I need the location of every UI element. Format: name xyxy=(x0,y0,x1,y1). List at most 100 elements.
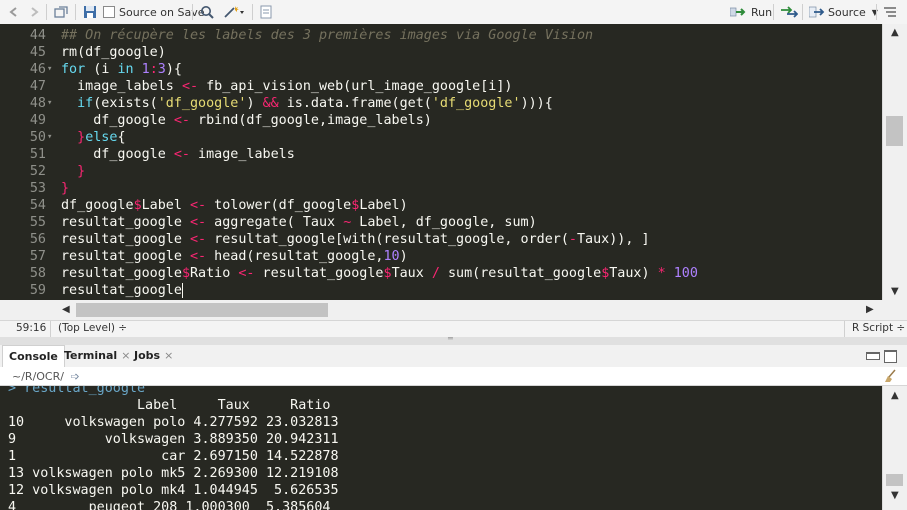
line-number: 47 xyxy=(29,79,46,94)
code-line[interactable]: 59 resultat_google xyxy=(0,282,882,299)
editor-scroll-thumb[interactable] xyxy=(886,116,903,146)
editor-status-bar: 59:16 (Top Level) ÷ R Script ÷ xyxy=(0,320,907,338)
scope-selector[interactable]: (Top Level) ÷ xyxy=(58,322,127,334)
console-table-row: 10 volkswagen polo 4.277592 23.032813 xyxy=(8,415,339,430)
code-editor[interactable]: 44 ## On récupère les labels des 3 premiè… xyxy=(0,24,882,300)
source-label: Source xyxy=(828,5,866,19)
run-button[interactable]: Run xyxy=(730,4,772,20)
cursor-position: 59:16 xyxy=(16,322,47,334)
code-line[interactable]: 58 resultat_google$Ratio <- resultat_goog… xyxy=(0,265,882,282)
editor-vertical-scrollbar[interactable]: ▲ ▼ xyxy=(882,24,907,300)
fold-toggle-icon[interactable]: ▾ xyxy=(47,61,52,78)
tab-console-label: Console xyxy=(9,350,58,363)
pane-splitter[interactable]: ═ xyxy=(0,334,907,345)
tab-jobs-label: Jobs xyxy=(134,349,161,362)
line-number: 52 xyxy=(29,164,46,179)
editor-toolbar: Source on Save Run Source ▼ xyxy=(0,0,907,25)
code-text: resultat_google xyxy=(61,283,183,298)
chevron-down-icon: ▼ xyxy=(871,7,878,17)
tab-terminal[interactable]: Terminal × xyxy=(58,345,136,367)
line-number: 46 xyxy=(29,62,46,77)
code-text: resultat_google <- head(resultat_google,… xyxy=(61,249,408,264)
code-text: for (i in 1:3){ xyxy=(61,62,182,77)
code-line[interactable]: 50 ▾ }else{ xyxy=(0,129,882,146)
code-line[interactable]: 48 ▾ if(exists('df_google') && is.data.fr… xyxy=(0,95,882,112)
back-arrow-icon[interactable] xyxy=(8,4,22,20)
console-vertical-scrollbar[interactable]: ▲ ▼ xyxy=(882,386,907,510)
code-text: } xyxy=(61,181,70,196)
code-line[interactable]: 55 resultat_google <- aggregate( Taux ~ L… xyxy=(0,214,882,231)
line-number: 59 xyxy=(29,283,46,298)
scroll-up-icon[interactable]: ▲ xyxy=(891,27,899,38)
console-table-row: 12 volkswagen polo mk4 1.044945 5.626535 xyxy=(8,483,339,498)
scroll-down-icon[interactable]: ▼ xyxy=(891,490,899,501)
console-table-header: Label Taux Ratio xyxy=(8,398,331,413)
save-icon[interactable] xyxy=(83,4,97,20)
scroll-left-icon[interactable]: ◀ xyxy=(62,304,70,315)
code-line[interactable]: 56 resultat_google <- resultat_google[wit… xyxy=(0,231,882,248)
line-number: 58 xyxy=(29,266,46,281)
code-text: resultat_google$Ratio <- resultat_google… xyxy=(61,266,698,281)
line-number: 53 xyxy=(29,181,46,196)
code-line[interactable]: 47 image_labels <- fb_api_vision_web(url… xyxy=(0,78,882,95)
source-button[interactable]: Source ▼ xyxy=(809,4,878,20)
code-text: if(exists('df_google') && is.data.frame(… xyxy=(77,96,553,111)
code-text: rm(df_google) xyxy=(61,45,166,60)
filetype-selector[interactable]: R Script ÷ xyxy=(852,322,905,334)
forward-arrow-icon[interactable] xyxy=(27,4,41,20)
code-line[interactable]: 52 } xyxy=(0,163,882,180)
line-number: 57 xyxy=(29,249,46,264)
fold-toggle-icon[interactable]: ▾ xyxy=(47,95,52,112)
tab-jobs[interactable]: Jobs × xyxy=(128,345,179,367)
code-text: df_google <- rbind(df_google,image_label… xyxy=(61,113,432,128)
source-on-save-checkbox[interactable]: Source on Save xyxy=(103,4,204,20)
run-arrow-icon xyxy=(730,7,746,17)
code-line[interactable]: 51 df_google <- image_labels xyxy=(0,146,882,163)
minimize-pane-icon[interactable] xyxy=(866,352,880,360)
code-text: } xyxy=(61,164,86,179)
line-number: 44 xyxy=(29,28,46,43)
line-number: 54 xyxy=(29,198,46,213)
code-tools-wand-icon[interactable] xyxy=(223,4,245,20)
compile-report-icon[interactable] xyxy=(260,4,272,20)
splitter-grip-icon: ═ xyxy=(448,334,453,343)
scroll-down-icon[interactable]: ▼ xyxy=(891,286,899,297)
scroll-right-icon[interactable]: ▶ xyxy=(866,304,874,315)
rerun-button[interactable] xyxy=(780,4,798,20)
code-line[interactable]: 54 df_google$Label <- tolower(df_google$L… xyxy=(0,197,882,214)
code-line[interactable]: 44 ## On récupère les labels des 3 premiè… xyxy=(0,27,882,44)
console-output[interactable]: > resultat_google Label Taux Ratio 10 vol… xyxy=(0,386,882,510)
source-arrow-icon xyxy=(809,6,825,18)
maximize-pane-icon[interactable] xyxy=(884,350,897,363)
console-scroll-thumb[interactable] xyxy=(886,474,903,486)
line-number: 51 xyxy=(29,147,46,162)
scrollbar-corner-right xyxy=(882,300,907,320)
code-line[interactable]: 46 ▾ for (i in 1:3){ xyxy=(0,61,882,78)
code-text: resultat_google <- resultat_google[with(… xyxy=(61,232,650,247)
show-in-window-icon[interactable] xyxy=(54,4,68,20)
code-line[interactable]: 57 resultat_google <- head(resultat_googl… xyxy=(0,248,882,265)
code-line[interactable]: 49 df_google <- rbind(df_google,image_la… xyxy=(0,112,882,129)
close-icon[interactable]: × xyxy=(164,349,173,362)
editor-hscroll-thumb[interactable] xyxy=(76,303,328,317)
scrollbar-corner xyxy=(0,300,54,320)
outline-icon[interactable] xyxy=(883,4,897,20)
rerun-icon xyxy=(781,6,798,18)
code-line[interactable]: 53} xyxy=(0,180,882,197)
console-table-row: 4 peugeot 208 1.000300 5.385604 xyxy=(8,500,331,510)
console-tabs: Console Terminal × Jobs × xyxy=(0,345,907,368)
fold-toggle-icon[interactable]: ▾ xyxy=(47,129,52,146)
scroll-up-icon[interactable]: ▲ xyxy=(891,390,899,401)
text-cursor xyxy=(181,283,183,298)
code-text: ## On récupère les labels des 3 première… xyxy=(61,28,594,43)
line-number: 56 xyxy=(29,232,46,247)
editor-horizontal-scrollbar[interactable]: ◀ ▶ xyxy=(54,300,882,320)
search-icon[interactable] xyxy=(200,4,214,20)
code-line[interactable]: 45 rm(df_google) xyxy=(0,44,882,61)
line-number: 50 xyxy=(29,130,46,145)
console-table-row: 9 volkswagen 3.889350 20.942311 xyxy=(8,432,339,447)
console-path-bar: ~/R/OCR/ ➩ xyxy=(0,367,907,386)
tab-console[interactable]: Console xyxy=(2,345,65,368)
go-to-directory-arrow-icon[interactable]: ➩ xyxy=(70,370,79,383)
line-number: 55 xyxy=(29,215,46,230)
